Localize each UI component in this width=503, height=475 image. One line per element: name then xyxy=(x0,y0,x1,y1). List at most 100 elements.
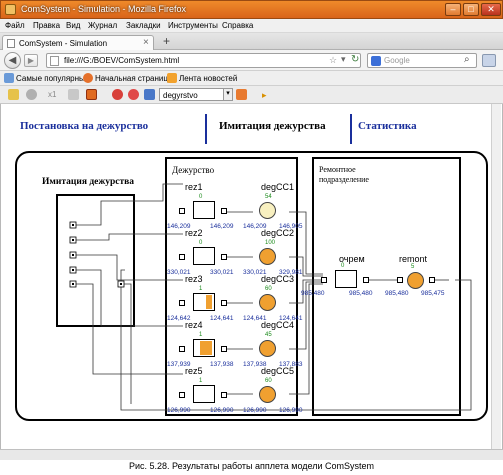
queue-counter: 0 xyxy=(199,194,203,200)
port-in xyxy=(397,277,403,283)
deg-value: 54 xyxy=(265,194,272,200)
repair-queue-out: 985,480 xyxy=(349,290,373,297)
port-in xyxy=(179,346,185,352)
server-clock-icon xyxy=(259,248,276,265)
rez-out-value: 126,990 xyxy=(210,407,234,414)
rez-label: rez4 xyxy=(185,320,203,330)
rez-label: rez2 xyxy=(185,228,203,238)
queue-fill xyxy=(206,295,212,309)
page-icon xyxy=(7,39,15,48)
rez-in-value: 126,990 xyxy=(167,407,191,414)
bookmark-popular[interactable]: Самые популярные xyxy=(16,74,89,83)
remont-in: 985,480 xyxy=(385,290,409,297)
deg-in-value: 126,990 xyxy=(243,407,267,414)
window-title: ComSystem - Simulation - Mozilla Firefox xyxy=(21,4,187,14)
search-field[interactable]: Google ⌕ xyxy=(367,53,477,68)
toolbar-search-input[interactable]: degyrstvo xyxy=(159,88,232,101)
dropdown-icon[interactable]: ▾ xyxy=(341,54,346,65)
bookmark-news-feed[interactable]: Лента новостей xyxy=(179,74,237,83)
repair-queue-in: 985,480 xyxy=(301,290,325,297)
remont-label: remont xyxy=(399,254,428,264)
firefox-small-icon xyxy=(83,73,93,83)
zoom-counter: x1 xyxy=(48,90,57,99)
deg-value: 100 xyxy=(265,240,276,246)
rss-icon xyxy=(167,73,177,83)
addon-toolbar: x1 degyrstvo ▾ ▸ xyxy=(0,86,503,104)
firefox-icon xyxy=(5,4,16,15)
simulation-diagram xyxy=(69,183,472,411)
port-in xyxy=(179,300,185,306)
back-button[interactable]: ◀ xyxy=(4,52,21,69)
menu-view[interactable]: Вид xyxy=(66,21,80,30)
tab-close-icon[interactable]: × xyxy=(143,37,149,48)
reload-icon[interactable]: ↻ xyxy=(351,54,359,65)
menu-tools[interactable]: Инструменты xyxy=(168,21,218,30)
page-content: Постановка на дежурство Имитация дежурст… xyxy=(0,104,503,449)
menu-history[interactable]: Журнал xyxy=(88,21,117,30)
port-out xyxy=(429,277,435,283)
remont-out: 985,475 xyxy=(421,290,445,297)
deg-value: 60 xyxy=(265,378,272,384)
file-icon xyxy=(50,56,59,66)
bookmark-star-icon[interactable]: ☆ xyxy=(329,55,337,66)
menu-edit[interactable]: Правка xyxy=(33,21,60,30)
url-text: file:///G:/BOEV/ComSystem.html xyxy=(64,56,180,65)
forward-double-icon[interactable] xyxy=(86,89,97,100)
red-x-icon[interactable] xyxy=(112,89,123,100)
menu-file[interactable]: Файл xyxy=(5,21,25,30)
queue-box xyxy=(193,293,215,311)
deg-label: degCC4 xyxy=(261,320,295,330)
search-icon[interactable]: ⌕ xyxy=(464,54,470,65)
port-out xyxy=(363,277,369,283)
port-in xyxy=(179,254,185,260)
forward-button[interactable]: ▶ xyxy=(24,54,38,67)
queue-counter: 0 xyxy=(199,240,203,246)
toolbar-dropdown-icon[interactable]: ▾ xyxy=(223,88,233,101)
list-icon[interactable] xyxy=(68,89,79,100)
rez-out-value: 124,641 xyxy=(210,315,234,322)
close-button[interactable]: ✕ xyxy=(481,3,501,16)
port-out xyxy=(221,346,227,352)
tab-comsystem[interactable]: ComSystem - Simulation × xyxy=(2,35,154,50)
server-clock-icon xyxy=(259,386,276,403)
menu-bookmarks[interactable]: Закладки xyxy=(126,21,161,30)
repair-queue-counter: 0 xyxy=(341,263,345,269)
queue-counter: 1 xyxy=(199,286,203,292)
deg-label: degCC1 xyxy=(261,182,295,192)
edit-icon[interactable] xyxy=(144,89,155,100)
bookmarks-bar: Самые популярные Начальная страница Лент… xyxy=(0,71,503,86)
bookmark-start-page[interactable]: Начальная страница xyxy=(95,74,172,83)
gray-circle-icon[interactable] xyxy=(26,89,37,100)
menu-help[interactable]: Справка xyxy=(222,21,253,30)
rez-label: rez5 xyxy=(185,366,203,376)
url-field[interactable]: file:///G:/BOEV/ComSystem.html ☆ ▾ ↻ xyxy=(46,53,361,68)
queue-box xyxy=(335,270,357,288)
home-icon[interactable] xyxy=(482,54,496,67)
port-out xyxy=(221,300,227,306)
rez-label: rez1 xyxy=(185,182,203,192)
rez-label: rez3 xyxy=(185,274,203,284)
vertical-scrollbar[interactable] xyxy=(491,104,501,449)
port-out xyxy=(221,392,227,398)
stop-icon[interactable] xyxy=(128,89,139,100)
rez-out-value: 137,938 xyxy=(210,361,234,368)
rez-out-value: 330,021 xyxy=(210,269,234,276)
deg-out-value: 126,990 xyxy=(279,407,303,414)
queue-counter: 1 xyxy=(199,332,203,338)
deg-value: 60 xyxy=(265,286,272,292)
highlight-icon[interactable]: ▸ xyxy=(262,90,267,101)
status-bar xyxy=(0,449,503,460)
tab-label: ComSystem - Simulation xyxy=(19,39,108,48)
new-tab-button[interactable]: + xyxy=(163,34,170,48)
toolbar-search-value: degyrstvo xyxy=(163,91,198,100)
key-icon[interactable] xyxy=(8,89,19,100)
server-clock-icon xyxy=(259,340,276,357)
queue-box xyxy=(193,339,215,357)
queue-counter: 1 xyxy=(199,378,203,384)
maximize-button[interactable]: □ xyxy=(463,3,479,16)
minimize-button[interactable]: – xyxy=(445,3,461,16)
queue-box xyxy=(193,385,215,403)
go-icon[interactable] xyxy=(236,89,247,100)
remont-clock-icon xyxy=(407,272,424,289)
port-out xyxy=(221,208,227,214)
